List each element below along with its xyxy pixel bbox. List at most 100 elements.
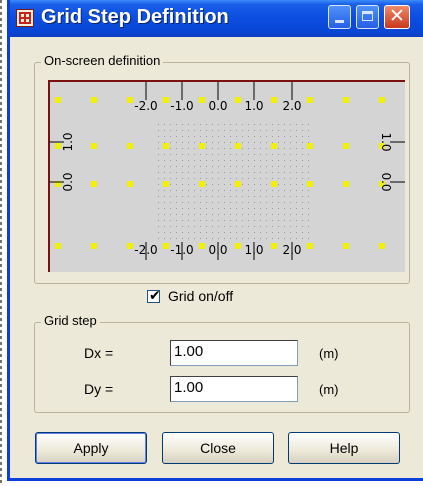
fine-grid-dot	[290, 124, 291, 125]
fine-grid-dot	[182, 178, 183, 179]
fine-grid-dot	[272, 172, 273, 173]
minimize-button[interactable]	[328, 5, 351, 29]
fine-grid-dot	[206, 172, 207, 173]
fine-grid-dot	[224, 124, 225, 125]
grid-preview-canvas[interactable]: -2.0 -2.0 -1.0 -1.0 0.0 0.0 1.0 1.0 2.0 2.0 1.0 1.0…	[48, 80, 405, 272]
onscreen-definition-legend: On-screen definition	[41, 53, 164, 68]
fine-grid-dot	[200, 238, 201, 239]
fine-grid-dot	[188, 172, 189, 173]
title-bar[interactable]: Grid Step Definition ✕	[10, 0, 423, 37]
fine-grid-dot	[260, 154, 261, 155]
fine-grid-dot	[164, 166, 165, 167]
fine-grid-dot	[260, 220, 261, 221]
fine-grid-dot	[260, 124, 261, 125]
fine-grid-dot	[248, 226, 249, 227]
fine-grid-dot	[188, 160, 189, 161]
fine-grid-dot	[248, 202, 249, 203]
fine-grid-dot	[158, 178, 159, 179]
fine-grid-dot	[248, 232, 249, 233]
fine-grid-dot	[194, 136, 195, 137]
fine-grid-dot	[188, 154, 189, 155]
fine-grid-dot	[272, 190, 273, 191]
fine-grid-dot	[248, 130, 249, 131]
fine-grid-dot	[278, 190, 279, 191]
fine-grid-dot	[290, 220, 291, 221]
grid-point	[343, 143, 349, 149]
fine-grid-dot	[236, 142, 237, 143]
fine-grid-dot	[308, 226, 309, 227]
help-button[interactable]: Help	[288, 432, 400, 464]
fine-grid-dot	[158, 226, 159, 227]
fine-grid-dot	[218, 214, 219, 215]
fine-grid-dot	[284, 172, 285, 173]
apply-button[interactable]: Apply	[35, 432, 147, 464]
fine-grid-dot	[266, 214, 267, 215]
check-icon: ✔	[149, 288, 161, 304]
fine-grid-dot	[242, 232, 243, 233]
fine-grid-dot	[290, 178, 291, 179]
fine-grid-dot	[170, 154, 171, 155]
fine-grid-dot	[284, 130, 285, 131]
left-scale-label: 1.0	[61, 132, 75, 151]
grid-point	[91, 243, 97, 249]
fine-grid-dot	[218, 178, 219, 179]
fine-grid-dot	[170, 160, 171, 161]
fine-grid-dot	[272, 196, 273, 197]
fine-grid-dot	[254, 190, 255, 191]
fine-grid-dot	[200, 166, 201, 167]
fine-grid-dot	[158, 160, 159, 161]
fine-grid-dot	[254, 226, 255, 227]
fine-grid-dot	[170, 232, 171, 233]
dy-input[interactable]: 1.00	[170, 376, 298, 402]
grid-toggle-checkbox[interactable]: ✔	[147, 288, 161, 304]
bottom-scale-label: -1.0	[170, 243, 193, 257]
grid-point	[235, 181, 241, 187]
fine-grid-dot	[260, 142, 261, 143]
fine-grid-dot	[200, 136, 201, 137]
fine-grid-dot	[284, 124, 285, 125]
fine-grid-dot	[164, 178, 165, 179]
fine-grid-dot	[182, 238, 183, 239]
fine-grid-dot	[302, 166, 303, 167]
fine-grid-dot	[248, 184, 249, 185]
fine-grid-dot	[302, 208, 303, 209]
fine-grid-dot	[176, 124, 177, 125]
fine-grid-dot	[302, 238, 303, 239]
fine-grid-dot	[218, 130, 219, 131]
maximize-button[interactable]	[356, 5, 379, 29]
fine-grid-dot	[284, 136, 285, 137]
fine-grid-dot	[224, 202, 225, 203]
fine-grid-dot	[284, 232, 285, 233]
fine-grid-dot	[176, 214, 177, 215]
fine-grid-dot	[230, 172, 231, 173]
bottom-scale-label: -2.0	[134, 243, 157, 257]
fine-grid-dot	[248, 142, 249, 143]
fine-grid-dot	[266, 196, 267, 197]
fine-grid-dot	[242, 154, 243, 155]
fine-grid-dot	[236, 190, 237, 191]
fine-grid-dot	[182, 166, 183, 167]
fine-grid-dot	[296, 208, 297, 209]
fine-grid-dot	[188, 196, 189, 197]
close-button[interactable]: Close	[162, 432, 274, 464]
fine-grid-dot	[182, 208, 183, 209]
fine-grid-dot	[272, 214, 273, 215]
fine-grid-dot	[308, 202, 309, 203]
close-window-button[interactable]: ✕	[384, 5, 410, 29]
fine-grid-dot	[278, 178, 279, 179]
fine-grid-dot	[170, 196, 171, 197]
fine-grid-dot	[194, 220, 195, 221]
fine-grid-dot	[206, 238, 207, 239]
fine-grid-dot	[170, 226, 171, 227]
fine-grid-dot	[182, 220, 183, 221]
fine-grid-dot	[302, 172, 303, 173]
grid-point	[307, 181, 313, 187]
grid-point	[163, 243, 169, 249]
fine-grid-dot	[272, 154, 273, 155]
fine-grid-dot	[290, 202, 291, 203]
dx-input[interactable]: 1.00	[170, 340, 298, 366]
fine-grid-dot	[296, 220, 297, 221]
grid-point	[307, 243, 313, 249]
fine-grid-dot	[194, 184, 195, 185]
fine-grid-dot	[248, 214, 249, 215]
